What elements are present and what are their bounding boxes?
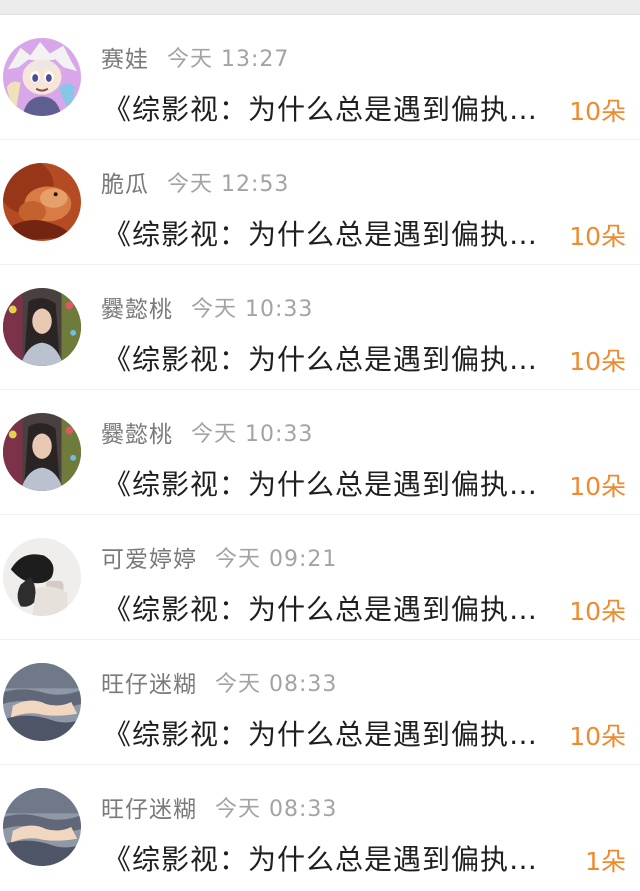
list-item[interactable]: 赛娃 今天 13:27 《综影视：为什么总是遇到偏执… 10朵 — [0, 15, 640, 140]
portrait-girl-avatar-icon — [3, 413, 81, 491]
top-divider-strip — [0, 0, 640, 15]
sender-name[interactable]: 爨懿桃 — [101, 415, 173, 449]
sender-name[interactable]: 可爱婷婷 — [101, 540, 197, 574]
message-preview[interactable]: 《综影视：为什么总是遇到偏执… — [103, 465, 569, 505]
sender-name[interactable]: 脆瓜 — [101, 165, 149, 199]
avatar[interactable] — [3, 38, 81, 116]
avatar[interactable] — [3, 288, 81, 366]
flower-count: 10朵 — [569, 97, 626, 126]
message-meta: 脆瓜 今天 12:53 — [101, 165, 290, 199]
timestamp: 今天 10:33 — [191, 297, 314, 322]
list-item[interactable]: 旺仔迷糊 今天 08:33 《综影视：为什么总是遇到偏执… 10朵 — [0, 640, 640, 765]
avatar[interactable] — [3, 663, 81, 741]
sunset-clouds-avatar-icon — [3, 663, 81, 741]
gift-record-list: 赛娃 今天 13:27 《综影视：为什么总是遇到偏执… 10朵 脆瓜 今天 12… — [0, 15, 640, 891]
flower-count: 10朵 — [569, 222, 626, 251]
message-preview[interactable]: 《综影视：为什么总是遇到偏执… — [103, 715, 569, 755]
message-preview[interactable]: 《综影视：为什么总是遇到偏执… — [103, 90, 569, 130]
list-item[interactable]: 爨懿桃 今天 10:33 《综影视：为什么总是遇到偏执… 10朵 — [0, 390, 640, 515]
avatar[interactable] — [3, 538, 81, 616]
sender-name[interactable]: 赛娃 — [101, 40, 149, 74]
list-item[interactable]: 脆瓜 今天 12:53 《综影视：为什么总是遇到偏执… 10朵 — [0, 140, 640, 265]
portrait-girl-avatar-icon — [3, 288, 81, 366]
list-item[interactable]: 爨懿桃 今天 10:33 《综影视：为什么总是遇到偏执… 10朵 — [0, 265, 640, 390]
sender-name[interactable]: 旺仔迷糊 — [101, 790, 197, 824]
avatar[interactable] — [3, 163, 81, 241]
avatar[interactable] — [3, 788, 81, 866]
list-item[interactable]: 可爱婷婷 今天 09:21 《综影视：为什么总是遇到偏执… 10朵 — [0, 515, 640, 640]
message-meta: 爨懿桃 今天 10:33 — [101, 290, 314, 324]
message-preview[interactable]: 《综影视：为什么总是遇到偏执… — [103, 590, 569, 630]
avatar[interactable] — [3, 413, 81, 491]
message-preview[interactable]: 《综影视：为什么总是遇到偏执… — [103, 840, 569, 880]
message-meta: 赛娃 今天 13:27 — [101, 40, 290, 74]
creature-photo-avatar-icon — [3, 163, 81, 241]
timestamp: 今天 12:53 — [167, 172, 290, 197]
timestamp: 今天 08:33 — [215, 672, 338, 697]
timestamp: 今天 13:27 — [167, 47, 290, 72]
message-meta: 爨懿桃 今天 10:33 — [101, 415, 314, 449]
monochrome-portrait-avatar-icon — [3, 538, 81, 616]
timestamp: 今天 10:33 — [191, 422, 314, 447]
message-meta: 旺仔迷糊 今天 08:33 — [101, 790, 338, 824]
sender-name[interactable]: 爨懿桃 — [101, 290, 173, 324]
message-preview[interactable]: 《综影视：为什么总是遇到偏执… — [103, 340, 569, 380]
list-item[interactable]: 旺仔迷糊 今天 08:33 《综影视：为什么总是遇到偏执… 1朵 — [0, 765, 640, 889]
message-preview[interactable]: 《综影视：为什么总是遇到偏执… — [103, 215, 569, 255]
flower-count: 10朵 — [569, 347, 626, 376]
flower-count: 10朵 — [569, 472, 626, 501]
sender-name[interactable]: 旺仔迷糊 — [101, 665, 197, 699]
flower-count: 10朵 — [569, 597, 626, 626]
timestamp: 今天 08:33 — [215, 797, 338, 822]
message-meta: 可爱婷婷 今天 09:21 — [101, 540, 338, 574]
anime-character-avatar-icon — [3, 38, 81, 116]
flower-count: 1朵 — [585, 847, 626, 876]
sunset-clouds-avatar-icon — [3, 788, 81, 866]
flower-count: 10朵 — [569, 722, 626, 751]
timestamp: 今天 09:21 — [215, 547, 338, 572]
message-meta: 旺仔迷糊 今天 08:33 — [101, 665, 338, 699]
